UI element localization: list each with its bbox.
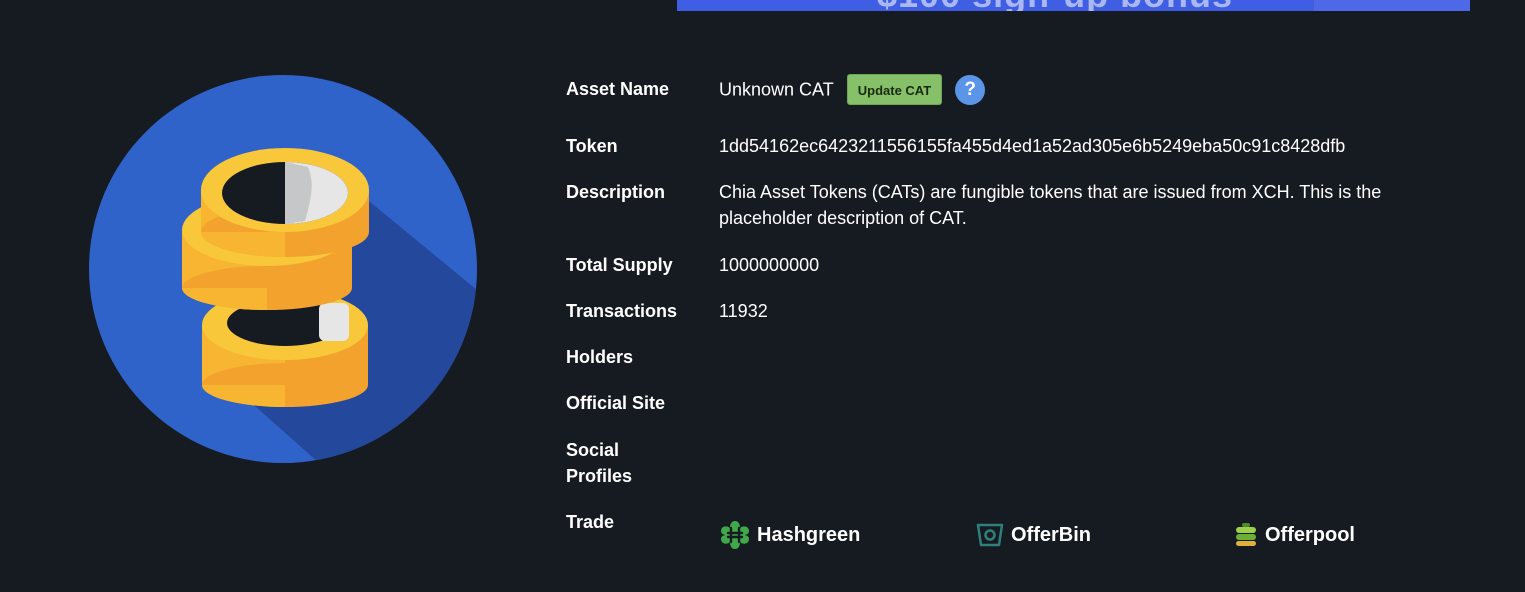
banner-text: $100 sign-up bonus [877,0,1233,11]
hashgreen-label: Hashgreen [757,523,861,546]
promo-banner[interactable]: $100 sign-up bonus [677,0,1470,11]
transactions-value: 11932 [719,301,768,321]
banner-stripe [1314,0,1470,11]
trade-link-offerbin[interactable]: OfferBin [975,520,1091,550]
description-label: Description [566,182,666,202]
holders-label: Holders [566,347,634,367]
trade-label: Trade [566,512,615,532]
page: $100 sign-up bonus Asset N [0,0,1525,592]
token-value: 1dd54162ec6423211556155fa455d4ed1a52ad30… [719,136,1346,156]
row-asset-name: Asset Name Unknown CAT Update CAT ? [566,74,1466,108]
update-cat-button[interactable]: Update CAT [846,74,943,105]
offerpool-label: Offerpool [1265,523,1355,546]
token-label: Token [566,136,618,156]
asset-name-label: Asset Name [566,79,670,99]
trade-links: Hashgreen OfferBin Offerpool [719,520,1439,550]
social-profiles-label: Social Profiles [566,440,633,486]
total-supply-label: Total Supply [566,255,673,275]
description-value: Chia Asset Tokens (CATs) are fungible to… [719,182,1382,228]
trade-link-hashgreen[interactable]: Hashgreen [719,520,860,550]
hashgreen-icon [721,521,749,549]
asset-name: Unknown CAT [719,79,834,100]
total-supply-value: 1000000000 [719,255,820,275]
offerbin-icon [976,523,1004,547]
trade-link-offerpool[interactable]: Offerpool [1233,520,1355,550]
official-site-label: Official Site [566,393,666,413]
cat-coins-logo-icon [89,75,477,463]
help-icon[interactable]: ? [955,74,986,105]
offerbin-label: OfferBin [1011,523,1091,546]
transactions-label: Transactions [566,301,678,321]
offerpool-icon [1236,523,1256,546]
asset-name-value: Unknown CAT Update CAT ? [719,74,1419,105]
